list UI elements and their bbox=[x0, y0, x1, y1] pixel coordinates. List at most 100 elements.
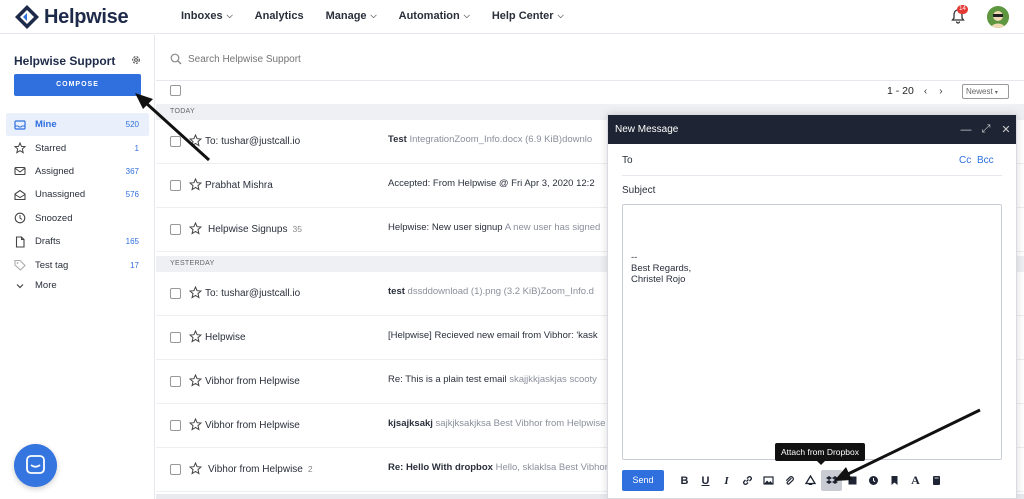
link-icon[interactable] bbox=[737, 470, 758, 491]
row-subject: Accepted: From Helpwise @ Fri Apr 3, 202… bbox=[388, 178, 610, 189]
search-input[interactable] bbox=[188, 53, 488, 65]
nav-manage[interactable]: Manage ⌵ bbox=[326, 10, 377, 22]
expand-icon[interactable]: ⤢ bbox=[976, 123, 996, 136]
send-button[interactable]: Send bbox=[622, 470, 664, 491]
row-subject: kjsajksakj sajkjksakjksa Best Vibhor fro… bbox=[388, 418, 610, 429]
nav-help-center[interactable]: Help Center ⌵ bbox=[492, 10, 564, 22]
avatar[interactable] bbox=[987, 6, 1009, 28]
bcc-link[interactable]: Bcc bbox=[977, 156, 994, 166]
sidebar-item-snoozed[interactable]: Snoozed bbox=[0, 207, 155, 230]
row-subject: Re: Hello With dropbox Hello, sklaklsa B… bbox=[388, 462, 610, 473]
sidebar-item-label: Starred bbox=[35, 142, 67, 154]
star-icon[interactable] bbox=[189, 178, 202, 191]
chevron-left-icon[interactable]: ‹ bbox=[924, 86, 927, 97]
sidebar-item-count: 165 bbox=[125, 237, 139, 247]
row-checkbox[interactable] bbox=[170, 464, 181, 475]
snippet: dssddownload (1).png (3.2 KiB)Zoom_Info.… bbox=[407, 286, 594, 297]
search-bar[interactable] bbox=[170, 53, 488, 65]
underline-icon[interactable]: U bbox=[695, 470, 716, 491]
nav-label: Manage bbox=[325, 10, 367, 22]
nav-label: Inboxes bbox=[181, 10, 223, 22]
bookmark-icon[interactable] bbox=[884, 470, 905, 491]
image-icon[interactable] bbox=[758, 470, 779, 491]
row-subject: [Helpwise] Recieved new email from Vibho… bbox=[388, 330, 610, 341]
subject-bold: test bbox=[388, 286, 405, 297]
to-field[interactable]: To Cc Bcc bbox=[622, 146, 1002, 176]
row-checkbox[interactable] bbox=[170, 224, 181, 235]
logo[interactable]: Helpwise bbox=[14, 4, 129, 30]
row-checkbox[interactable] bbox=[170, 376, 181, 387]
clock-icon[interactable] bbox=[863, 470, 884, 491]
sidebar-item-mine[interactable]: Mine 520 bbox=[6, 113, 149, 137]
caret-down-icon: ▾ bbox=[994, 90, 998, 96]
sidebar-item-drafts[interactable]: Drafts 165 bbox=[0, 230, 155, 253]
chevron-right-icon[interactable]: › bbox=[939, 86, 942, 97]
close-icon[interactable]: ✕ bbox=[996, 123, 1016, 136]
sidebar-item-more[interactable]: More bbox=[0, 277, 155, 295]
message-body-editor[interactable]: -- Best Regards, Christel Rojo bbox=[622, 204, 1002, 460]
star-icon[interactable] bbox=[189, 462, 202, 475]
paperclip-icon[interactable] bbox=[779, 470, 800, 491]
sort-select[interactable]: Newest ▾ bbox=[962, 84, 1009, 99]
star-icon[interactable] bbox=[189, 374, 202, 387]
sidebar-item-test-tag[interactable]: Test tag 17 bbox=[0, 253, 155, 276]
row-checkbox[interactable] bbox=[170, 420, 181, 431]
sidebar-item-label: Unassigned bbox=[35, 189, 86, 201]
bold-icon[interactable]: B bbox=[674, 470, 695, 491]
sidebar-item-label: Drafts bbox=[35, 236, 61, 248]
row-checkbox[interactable] bbox=[170, 136, 181, 147]
star-icon[interactable] bbox=[189, 330, 202, 343]
sender-name: Vibhor from Helpwise bbox=[208, 464, 303, 475]
row-checkbox[interactable] bbox=[170, 180, 181, 191]
chevron-down-icon: ⌵ bbox=[557, 11, 564, 20]
sidebar-item-starred[interactable]: Starred 1 bbox=[0, 136, 155, 159]
sidebar-item-assigned[interactable]: Assigned 367 bbox=[0, 160, 155, 183]
dropbox-tooltip: Attach from Dropbox bbox=[775, 443, 865, 465]
brand-name: Helpwise bbox=[44, 5, 129, 28]
dropbox-icon[interactable] bbox=[821, 470, 842, 491]
notification-badge: 14 bbox=[957, 5, 968, 14]
row-checkbox[interactable] bbox=[170, 332, 181, 343]
minimize-icon[interactable]: — bbox=[956, 124, 976, 136]
chevron-down-icon: ⌵ bbox=[370, 11, 377, 20]
nav-inboxes[interactable]: Inboxes ⌵ bbox=[181, 10, 233, 22]
italic-icon[interactable]: I bbox=[716, 470, 737, 491]
nav-automation[interactable]: Automation ⌵ bbox=[399, 10, 470, 22]
formatting-toolbar: B U I A bbox=[674, 470, 947, 491]
thread-count: 2 bbox=[307, 464, 313, 474]
snippet: Hello, sklaklsa Best Vibhor from Helpwis… bbox=[495, 462, 610, 473]
compose-button[interactable]: COMPOSE bbox=[14, 74, 141, 96]
font-icon[interactable]: A bbox=[905, 470, 926, 491]
top-navbar: Helpwise Inboxes ⌵ Analytics Manage ⌵ Auto… bbox=[0, 0, 1024, 34]
chat-widget-icon[interactable] bbox=[14, 444, 57, 487]
sidebar-item-unassigned[interactable]: Unassigned 576 bbox=[0, 183, 155, 206]
gear-icon[interactable] bbox=[130, 54, 142, 66]
sidebar-item-label: Assigned bbox=[35, 165, 75, 177]
row-sender: To: tushar@justcall.io bbox=[205, 288, 305, 299]
sender-name: Vibhor from Helpwise bbox=[205, 376, 300, 387]
star-icon[interactable] bbox=[189, 134, 202, 147]
inbox-title: Helpwise Support bbox=[14, 54, 116, 68]
sidebar-item-label: Mine bbox=[35, 119, 57, 131]
book-icon[interactable] bbox=[926, 470, 947, 491]
cc-link[interactable]: Cc bbox=[959, 156, 971, 166]
row-checkbox[interactable] bbox=[170, 288, 181, 299]
subject-field[interactable]: Subject bbox=[622, 176, 1002, 206]
star-icon[interactable] bbox=[189, 222, 202, 235]
star-icon[interactable] bbox=[189, 418, 202, 431]
nav-analytics[interactable]: Analytics bbox=[255, 10, 304, 22]
divider bbox=[156, 80, 1024, 81]
template-icon[interactable] bbox=[842, 470, 863, 491]
star-icon[interactable] bbox=[189, 286, 202, 299]
compose-window: New Message — ⤢ ✕ To Cc Bcc Subject -- B… bbox=[607, 114, 1017, 499]
sidebar-item-count: 576 bbox=[125, 190, 139, 200]
clock-icon bbox=[14, 212, 26, 224]
folder-list: Mine 520 Starred 1 Assigned 367 Unassign… bbox=[0, 113, 155, 295]
chevron-down-icon: ⌵ bbox=[226, 11, 233, 20]
row-subject: test dssddownload (1).png (3.2 KiB)Zoom_… bbox=[388, 286, 610, 297]
google-drive-icon[interactable] bbox=[800, 470, 821, 491]
sidebar-item-count: 367 bbox=[125, 166, 139, 176]
row-subject: Re: This is a plain test email skajjkkja… bbox=[388, 374, 610, 385]
sender-name: To: tushar@justcall.io bbox=[205, 288, 301, 299]
select-all-checkbox[interactable] bbox=[170, 85, 181, 96]
